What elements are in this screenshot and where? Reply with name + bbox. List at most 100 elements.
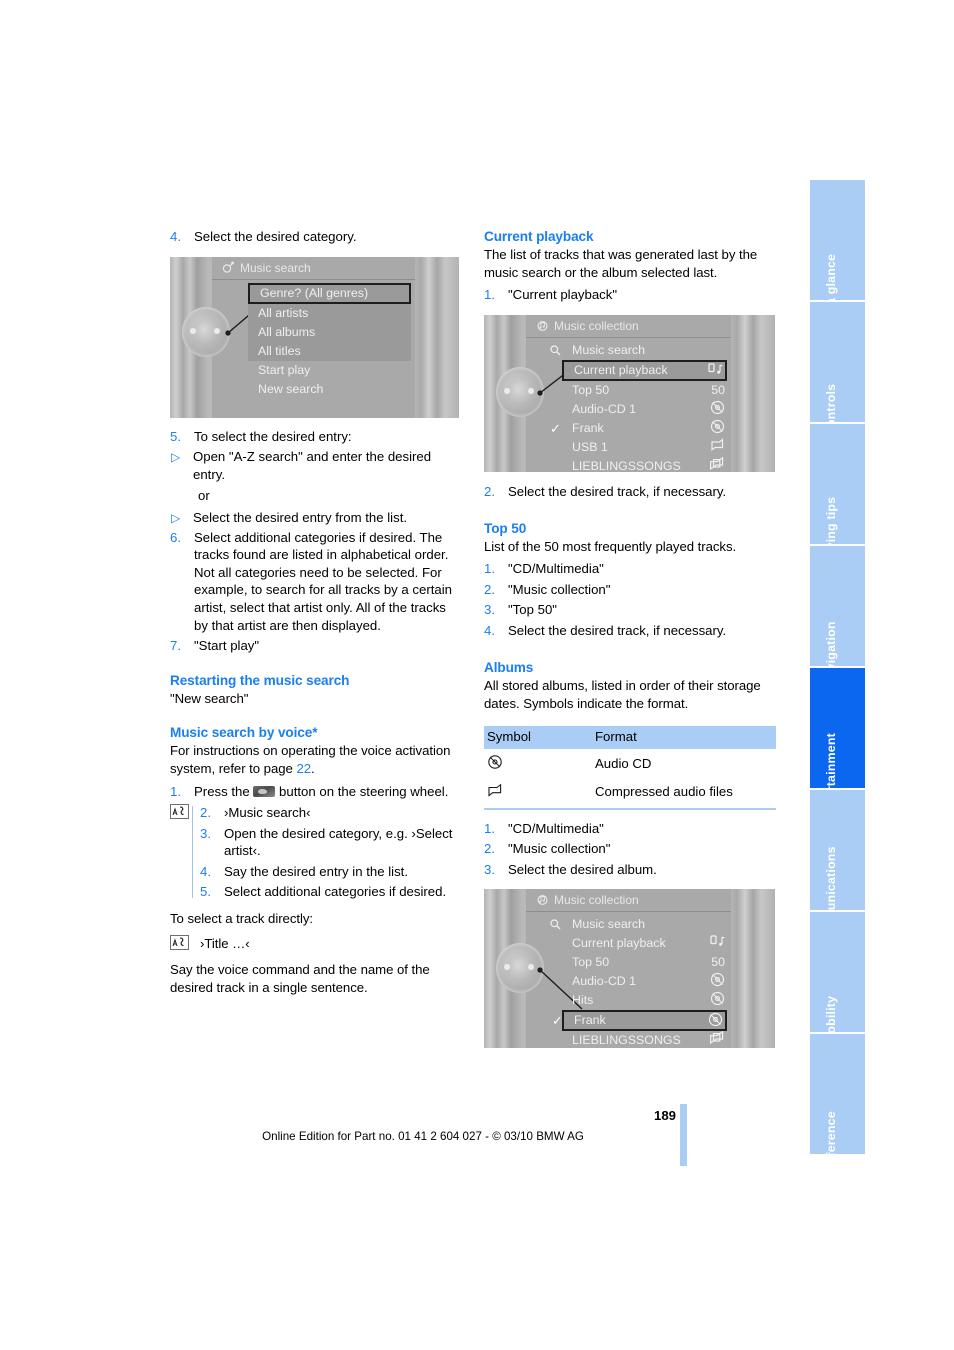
- list-item[interactable]: Current playback: [562, 359, 727, 381]
- list-item[interactable]: LIEBLINGSSONGS: [562, 456, 727, 472]
- direct-voice-command: ›Title …‹: [200, 935, 250, 951]
- step-text: "Current playback": [508, 287, 618, 303]
- tab-driving-tips[interactable]: Driving tips: [810, 424, 865, 567]
- tab-mobility[interactable]: Mobility: [810, 912, 865, 1044]
- idrive-screenshot-music-search: Music search Genre? (All genres) All art…: [170, 256, 459, 418]
- voice-command-icon: [170, 804, 189, 820]
- page-reference-link[interactable]: 22: [296, 761, 311, 776]
- step-number: 1.: [484, 287, 495, 303]
- voice-search-intro: For instructions on operating the voice …: [170, 742, 462, 777]
- tab-entertainment[interactable]: Entertainment: [810, 668, 865, 819]
- list-item: ▷ Select the desired entry from the list…: [170, 509, 462, 527]
- list-item[interactable]: ✓ Frank: [550, 419, 727, 440]
- list-item[interactable]: LIEBLINGSSONGS: [562, 1030, 727, 1048]
- list-item[interactable]: Current playback: [562, 934, 727, 953]
- top50-badge: 50: [711, 955, 725, 970]
- column-header-symbol: Symbol: [484, 725, 592, 749]
- symbol-format-table: Symbol Format Audio CD Compressed audio …: [484, 725, 776, 810]
- list-item[interactable]: Music search: [550, 915, 727, 934]
- footer-imprint: Online Edition for Part no. 01 41 2 604 …: [262, 1130, 584, 1143]
- chapter-tab-rail: At a glance Controls Driving tips Naviga…: [810, 180, 865, 1173]
- step-text: Select additional categories if desired.: [224, 884, 447, 900]
- list-item[interactable]: Hits: [562, 991, 727, 1010]
- list-item[interactable]: USB 1: [562, 438, 727, 457]
- list-item[interactable]: ✓ Frank: [552, 1010, 727, 1032]
- check-icon: ✓: [552, 1013, 563, 1029]
- folder-icon: [710, 438, 725, 458]
- idrive-screenshot-music-collection-2: Music collection Music search Current pl…: [484, 889, 775, 1049]
- step-number: 3.: [484, 861, 495, 877]
- steering-wheel-voice-button-icon: [253, 785, 276, 797]
- step-list-additional-categories: 6. Select additional categories if desir…: [170, 529, 462, 655]
- row-label: Start play: [258, 362, 311, 377]
- step-text: "CD/Multimedia": [508, 820, 604, 836]
- screen-title: Music search: [240, 260, 311, 275]
- voice-direct-command-block: ›Title …‹: [170, 934, 462, 953]
- list-item[interactable]: Audio-CD 1: [562, 972, 727, 991]
- step-text: Select the desired album.: [508, 861, 657, 877]
- cd-icon: [710, 419, 725, 440]
- usb-note-icon: [709, 934, 725, 955]
- list-item[interactable]: Top 50 50: [562, 381, 727, 400]
- list-item: 2. "Music collection": [484, 840, 776, 858]
- albums-text: All stored albums, listed in order of th…: [484, 678, 761, 711]
- bullet-text: Open "A-Z search" and enter the desired …: [193, 449, 432, 482]
- tab-controls[interactable]: Controls: [810, 302, 865, 436]
- list-item[interactable]: Start play: [248, 361, 411, 380]
- voice-step-1: 1. Press the button on the steering whee…: [170, 783, 462, 801]
- search-icon: [550, 343, 561, 362]
- row-label: USB 1: [572, 439, 608, 454]
- list-item[interactable]: Audio-CD 1: [562, 400, 727, 419]
- voice-command-block: 2. ›Music search‹ 3. Open the desired ca…: [170, 804, 462, 901]
- screen-background-right: [729, 314, 775, 472]
- list-item[interactable]: Top 50 50: [562, 953, 727, 972]
- music-collection-icon: [536, 891, 549, 914]
- row-label: All titles: [258, 343, 301, 358]
- or-separator: or: [198, 488, 210, 504]
- cd-icon: [708, 1012, 723, 1032]
- cd-icon: [710, 991, 725, 1012]
- cell-symbol: [484, 749, 592, 778]
- row-label: Frank: [574, 1013, 606, 1028]
- folder-icon: [487, 783, 504, 801]
- tab-communications[interactable]: Communications: [810, 790, 865, 950]
- cd-icon: [710, 972, 725, 993]
- bullet-list-b: ▷ Select the desired entry from the list…: [170, 509, 462, 527]
- list-item: ▷ Open "A-Z search" and enter the desire…: [170, 448, 462, 483]
- row-label: Music search: [572, 342, 645, 357]
- tab-navigation[interactable]: Navigation: [810, 546, 865, 687]
- idrive-controller-illustration: [492, 941, 548, 995]
- row-label: Audio-CD 1: [572, 401, 637, 416]
- voice-command-icon: [170, 934, 189, 950]
- list-item[interactable]: All titles: [248, 341, 411, 361]
- row-label: Current playback: [574, 362, 668, 377]
- section-heading-top50: Top 50: [484, 521, 527, 537]
- tab-at-a-glance[interactable]: At a glance: [810, 180, 865, 322]
- folders-icon: [709, 456, 725, 472]
- step-text-before: Press the: [194, 783, 254, 799]
- screen-background-right: [413, 256, 459, 418]
- step-number: 7.: [170, 638, 181, 654]
- row-label: LIEBLINGSSONGS: [572, 1033, 681, 1048]
- screen-titlebar: Music collection: [526, 889, 731, 914]
- step-number: 2.: [484, 483, 495, 499]
- row-label: Audio-CD 1: [572, 974, 637, 989]
- step-number: 4.: [170, 229, 181, 244]
- list-item[interactable]: Genre? (All genres): [248, 282, 411, 304]
- list-item[interactable]: All artists: [248, 303, 411, 323]
- row-label: Current playback: [572, 936, 666, 951]
- step-number: 4.: [484, 622, 495, 638]
- restart-text: "New search": [170, 690, 249, 706]
- column-header-format: Format: [592, 725, 776, 749]
- top50-steps: 1. "CD/Multimedia" 2. "Music collection"…: [484, 560, 776, 639]
- step-number: 1.: [484, 820, 495, 836]
- tab-reference[interactable]: Reference: [810, 1034, 865, 1173]
- list-item[interactable]: New search: [248, 380, 411, 399]
- list-item: 3. Select the desired album.: [484, 861, 776, 879]
- list-item[interactable]: All albums: [248, 322, 411, 342]
- triangle-bullet-icon: ▷: [171, 450, 181, 465]
- row-label: Top 50: [572, 382, 610, 397]
- page-number: 189: [653, 1108, 676, 1123]
- table-header-row: Symbol Format: [484, 725, 776, 749]
- list-item[interactable]: Music search: [550, 341, 727, 360]
